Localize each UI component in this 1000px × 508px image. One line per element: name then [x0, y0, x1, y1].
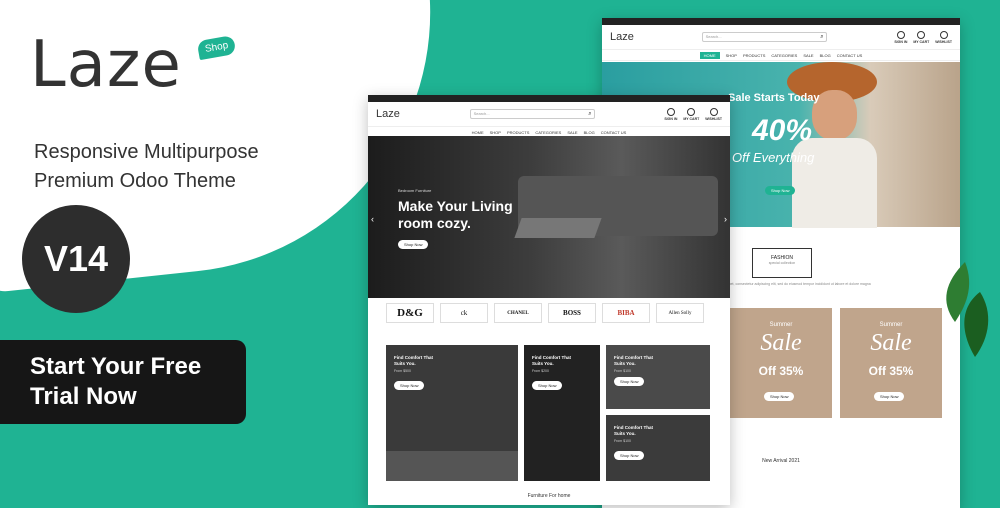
start-trial-button[interactable]: Start Your Free Trial Now — [0, 340, 246, 424]
mock1-nav-sale[interactable]: SALE — [567, 130, 577, 135]
mock2-header-icons: SIGN IN MY CART WISHLIST — [894, 30, 952, 44]
promo-tile[interactable]: Find Comfort That Suits You. From $500 S… — [386, 345, 518, 481]
heart-icon[interactable]: WISHLIST — [705, 107, 722, 121]
mock2-nav: HOME SHOP PRODUCTS CATEGORIES SALE BLOG … — [602, 50, 960, 61]
tile-shop-button[interactable]: Shop Now — [394, 381, 425, 390]
promo-tiles: Find Comfort That Suits You. From $500 S… — [386, 345, 710, 485]
cta-line1: Start Your Free — [30, 353, 202, 380]
mock2-nav-categories[interactable]: CATEGORIES — [771, 53, 797, 58]
brand-biba[interactable]: BIBA — [602, 303, 650, 323]
mock1-nav-categories[interactable]: CATEGORIES — [535, 130, 561, 135]
fashion-label: FASHION special collection — [752, 248, 812, 278]
sale-card[interactable]: Summer Sale Off 35% Shop Now — [730, 308, 832, 418]
mock2-nav-home[interactable]: HOME — [699, 51, 720, 59]
mock1-nav-home[interactable]: HOME — [472, 130, 484, 135]
logo-text-aze: aze — [66, 28, 182, 102]
tagline-line1: Responsive Multipurpose — [34, 141, 259, 163]
mock1-nav-products[interactable]: PRODUCTS — [507, 130, 529, 135]
mock1-hero-banner: Bedroom Furniture Make Your Living room … — [368, 136, 730, 298]
mock1-hero-sub: Bedroom Furniture — [398, 188, 432, 193]
mock2-hero-line2: 40% — [752, 114, 813, 147]
version-badge: V14 — [22, 205, 130, 313]
mock1-topbar — [368, 95, 730, 102]
sale-shop-button[interactable]: Shop Now — [874, 392, 905, 401]
brand-dg[interactable]: D&G — [386, 303, 434, 323]
tile-shop-button[interactable]: Shop Now — [614, 377, 645, 386]
mockup-furniture-store: Laze Search... ⌕ SIGN IN MY CART WISHLIST… — [368, 95, 730, 505]
mock2-nav-blog[interactable]: BLOG — [820, 53, 831, 58]
tagline-line2: Premium Odoo Theme — [34, 170, 236, 192]
mock1-nav-shop[interactable]: SHOP — [490, 130, 501, 135]
brand-allen-solly[interactable]: Allen Solly — [656, 303, 704, 323]
mock1-hero-heading: Make Your Living room cozy. — [398, 198, 513, 231]
mock2-search-input[interactable]: Search... ⌕ — [701, 32, 827, 42]
mock1-search-input[interactable]: Search... ⌕ — [469, 109, 595, 119]
mock2-nav-products[interactable]: PRODUCTS — [743, 53, 765, 58]
brand-ck[interactable]: ck — [440, 303, 488, 323]
mock1-nav-contact[interactable]: CONTACT US — [601, 130, 627, 135]
logo-text-l: L — [30, 28, 67, 102]
mock1-section-heading: Furniture For home — [527, 493, 571, 499]
mock1-nav-blog[interactable]: BLOG — [584, 130, 595, 135]
leaf-decoration-icon — [946, 262, 989, 357]
mock2-hero-shop-button[interactable]: Shop Now — [765, 186, 796, 195]
cta-line2: Trial Now — [30, 383, 137, 410]
tile-shop-button[interactable]: Shop Now — [614, 451, 645, 460]
sale-shop-button[interactable]: Shop Now — [764, 392, 795, 401]
mock2-header: Laze Search... ⌕ SIGN IN MY CART WISHLIST — [602, 25, 960, 50]
user-icon[interactable]: SIGN IN — [664, 107, 677, 121]
sale-card[interactable]: Summer Sale Off 35% Shop Now — [840, 308, 942, 418]
promo-tile[interactable]: Find Comfort That Suits You. From $100 S… — [606, 415, 710, 481]
laze-logo: Laze — [30, 28, 182, 102]
mock2-topbar — [602, 18, 960, 25]
bed-illustration — [386, 451, 518, 481]
cart-icon[interactable]: MY CART — [913, 30, 929, 44]
brand-boss[interactable]: BOSS — [548, 303, 596, 323]
user-icon[interactable]: SIGN IN — [894, 30, 907, 44]
mock2-hero-line1: Sale Starts Today — [728, 92, 820, 104]
mock2-logo: Laze — [610, 31, 634, 43]
chevron-right-icon[interactable]: › — [724, 214, 727, 224]
mock1-hero-shop-button[interactable]: Shop Now — [398, 240, 429, 249]
brand-logos: D&G ck CHANEL BOSS BIBA Allen Solly — [386, 303, 704, 323]
chevron-left-icon[interactable]: ‹ — [371, 214, 374, 224]
tile-shop-button[interactable]: Shop Now — [532, 381, 563, 390]
promo-tile[interactable]: Find Comfort That Suits You. From $200 S… — [524, 345, 600, 481]
heart-icon[interactable]: WISHLIST — [935, 30, 952, 44]
search-icon: ⌕ — [820, 34, 824, 40]
mock1-logo: Laze — [376, 108, 400, 120]
mock2-nav-contact[interactable]: CONTACT US — [837, 53, 863, 58]
tagline: Responsive Multipurpose Premium Odoo The… — [34, 138, 259, 196]
promo-tile[interactable]: Find Comfort That Suits You. From $100 S… — [606, 345, 710, 409]
brand-chanel[interactable]: CHANEL — [494, 303, 542, 323]
mock2-nav-shop[interactable]: SHOP — [726, 53, 737, 58]
mock2-nav-sale[interactable]: SALE — [803, 53, 813, 58]
search-icon: ⌕ — [588, 111, 592, 117]
cart-icon[interactable]: MY CART — [683, 107, 699, 121]
mock1-header-icons: SIGN IN MY CART WISHLIST — [664, 107, 722, 121]
mock2-hero-line3: Off Everything — [732, 150, 815, 165]
mock1-header: Laze Search... ⌕ SIGN IN MY CART WISHLIST — [368, 102, 730, 127]
